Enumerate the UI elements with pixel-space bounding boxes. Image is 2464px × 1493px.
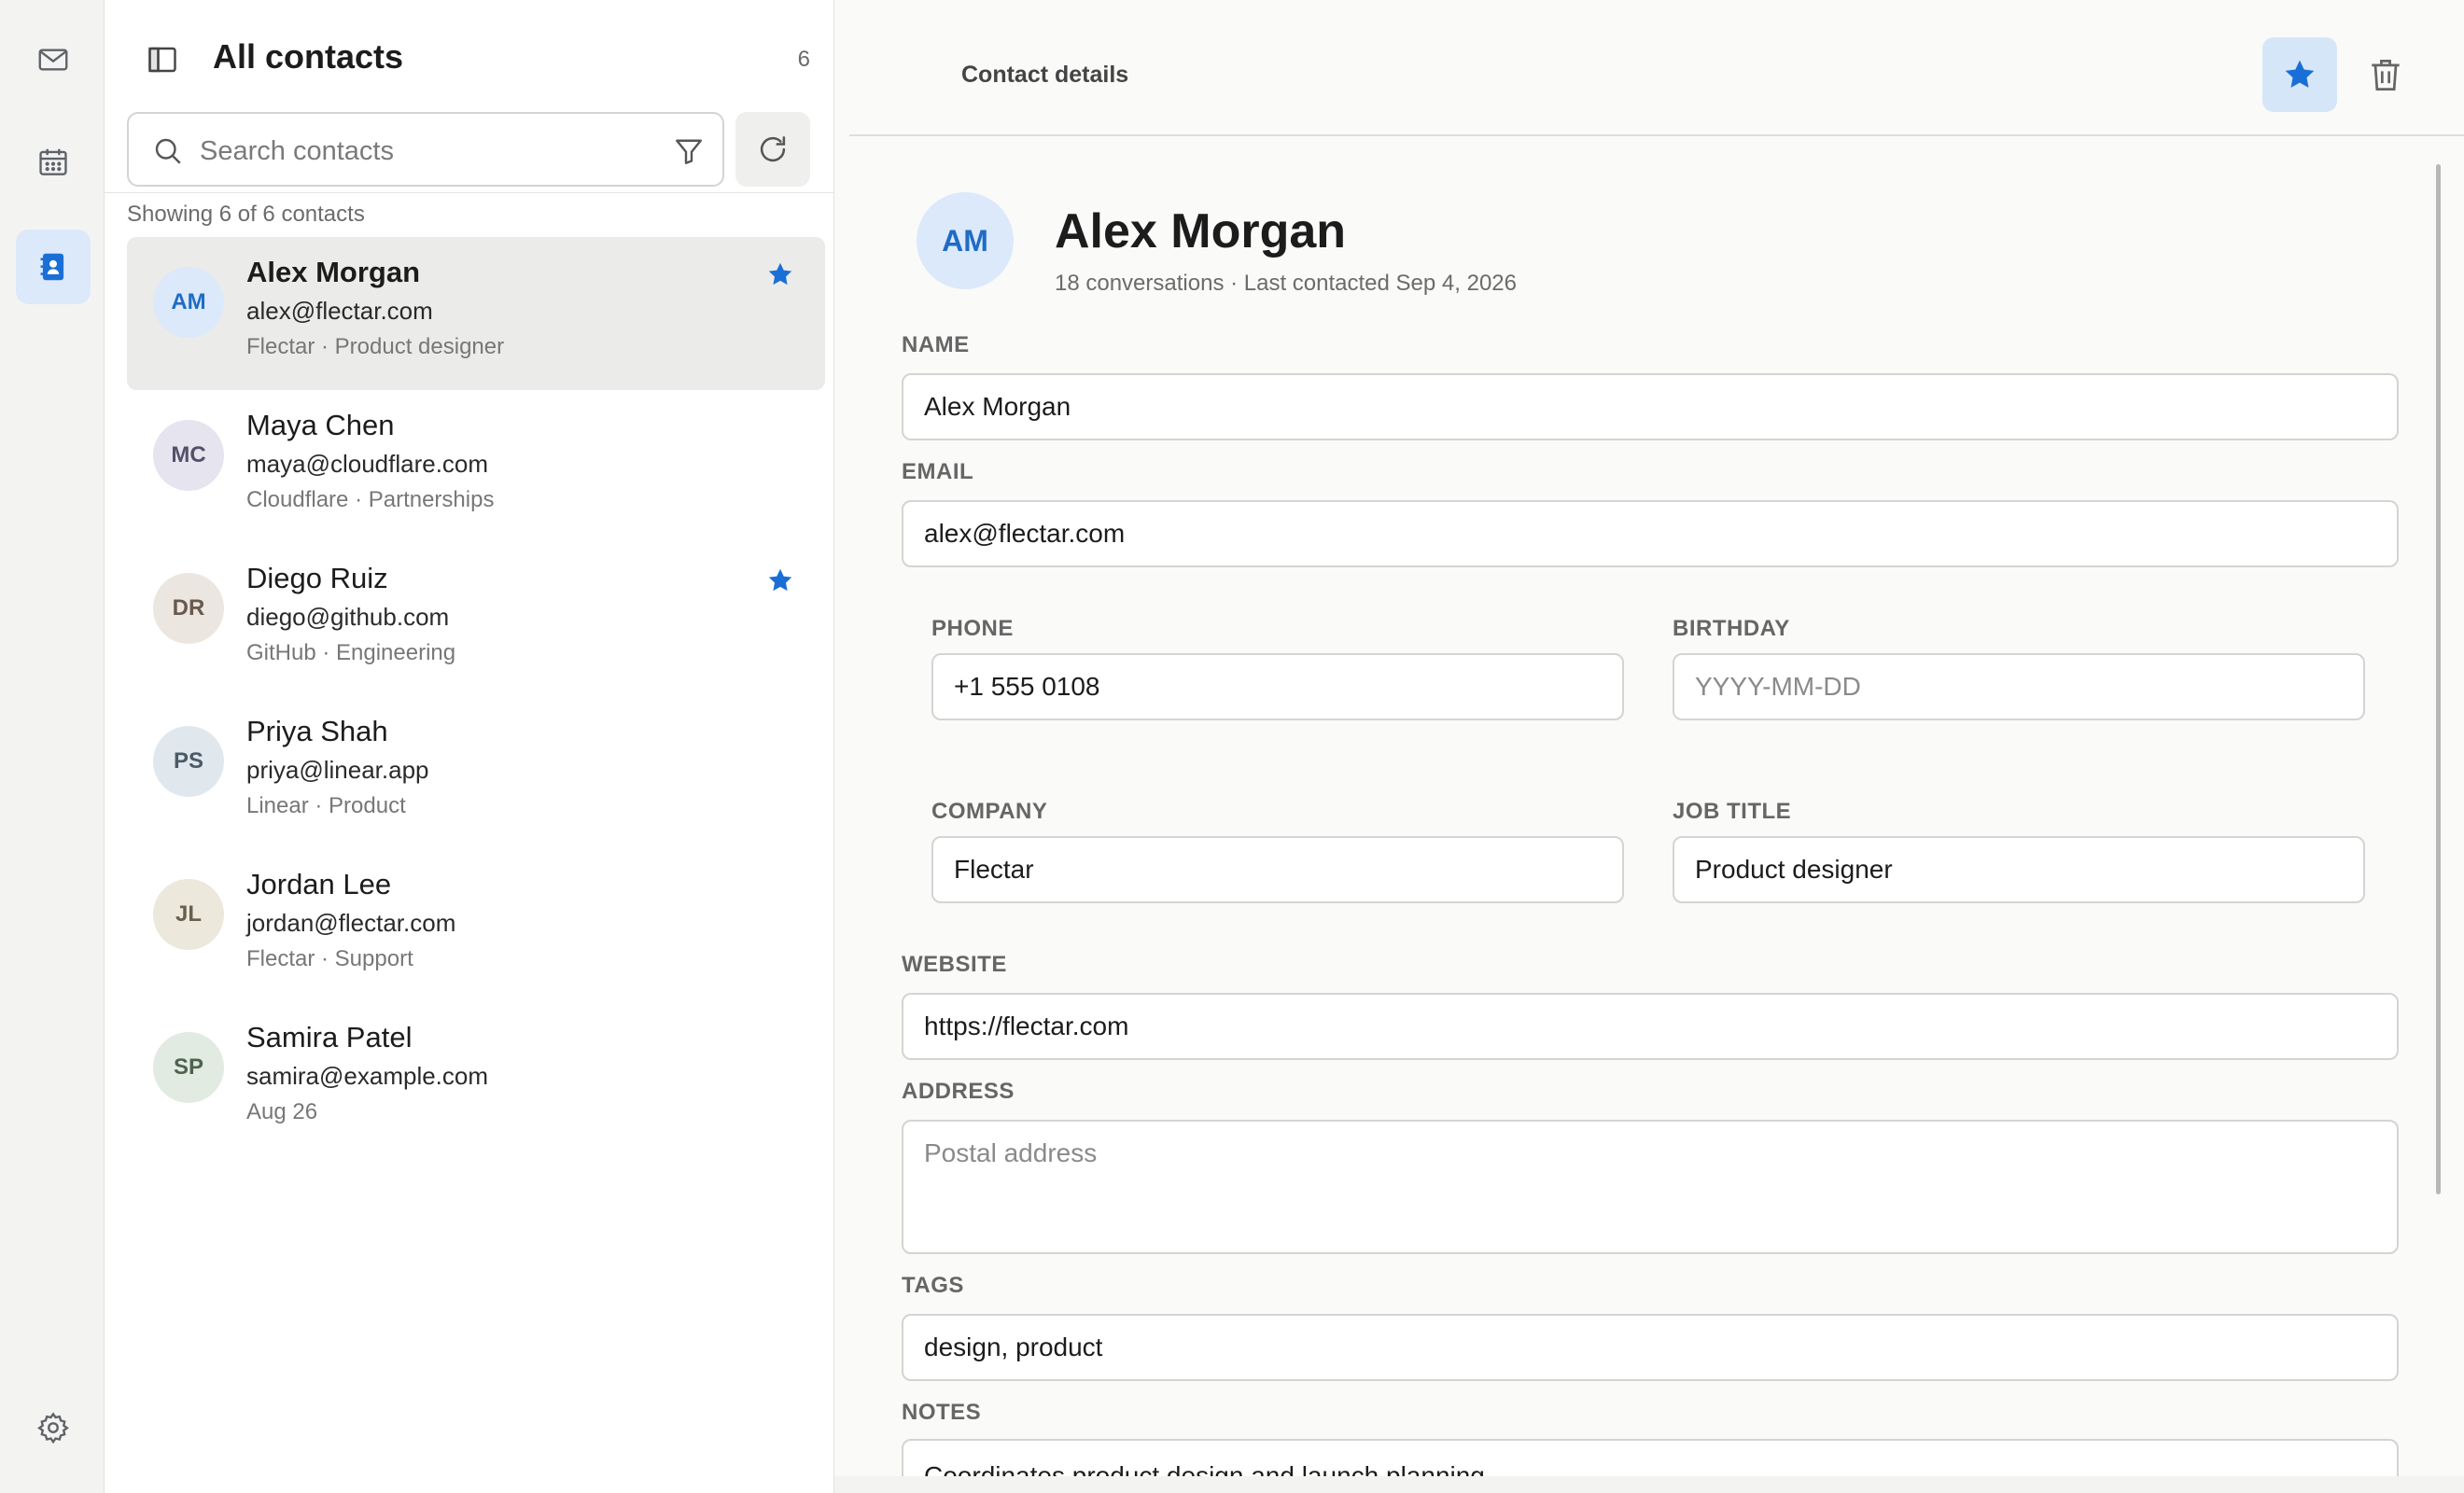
list-divider (105, 192, 834, 193)
contact-name: Maya Chen (246, 409, 395, 441)
company-label: COMPANY (931, 799, 1048, 824)
contact-list-pane: All contacts 6 Showing 6 of 6 contacts A… (105, 0, 834, 1493)
notes-field[interactable]: Coordinates product design and launch pl… (902, 1439, 2399, 1476)
sidebar-toggle-icon[interactable] (146, 43, 179, 77)
email-field[interactable] (902, 500, 2399, 567)
search-box[interactable] (127, 112, 724, 187)
avatar: MC (153, 420, 224, 491)
contact-list-item[interactable]: DR Diego Ruiz diego@github.com GitHub · Eng… (127, 543, 825, 696)
contact-email: jordan@flectar.com (246, 909, 456, 937)
filter-icon[interactable] (672, 134, 706, 168)
search-icon (155, 138, 181, 164)
contact-list-item[interactable]: JL Jordan Lee jordan@flectar.com Flectar · … (127, 849, 825, 1002)
contact-name: Alex Morgan (246, 256, 421, 288)
refresh-button[interactable] (735, 112, 810, 187)
contact-meta: Cloudflare · Partnerships (246, 487, 495, 512)
contact-email: priya@linear.app (246, 756, 429, 784)
contact-email: alex@flectar.com (246, 297, 433, 325)
bottom-edge (834, 1476, 2464, 1493)
contact-name: Diego Ruiz (246, 562, 388, 594)
avatar: PS (153, 726, 224, 797)
avatar: DR (153, 573, 224, 644)
job-title-field[interactable] (1673, 836, 2365, 903)
scrollbar[interactable] (2436, 164, 2441, 1194)
app-rail (0, 0, 105, 1493)
contact-meta: GitHub · Engineering (246, 640, 456, 665)
name-label: NAME (902, 332, 970, 357)
contact-email: maya@cloudflare.com (246, 450, 489, 478)
search-input[interactable] (200, 131, 648, 172)
contact-summary: 18 conversations · Last contacted Sep 4,… (1055, 271, 1517, 296)
contact-meta: Linear · Product (246, 793, 406, 818)
gear-icon (37, 1412, 69, 1444)
tags-label: TAGS (902, 1273, 964, 1298)
avatar: AM (917, 192, 1014, 289)
contact-list-item[interactable]: SP Samira Patel samira@example.com Aug 26 (127, 1002, 825, 1155)
trash-icon[interactable] (2365, 54, 2406, 95)
email-label: EMAIL (902, 459, 974, 484)
contact-list-item[interactable]: MC Maya Chen maya@cloudflare.com Cloudflare… (127, 390, 825, 543)
contact-name: Jordan Lee (246, 868, 392, 900)
tags-field[interactable] (902, 1314, 2399, 1381)
contacts-icon (40, 253, 64, 281)
name-field[interactable] (902, 373, 2399, 440)
contact-count: 6 (797, 47, 810, 72)
contact-meta: Flectar · Product designer (246, 334, 505, 359)
avatar: JL (153, 879, 224, 950)
contact-list-item[interactable]: AM Alex Morgan alex@flectar.com Flectar · P… (127, 237, 825, 390)
contact-detail-pane: Contact details AM Alex Morgan 18 conver… (834, 0, 2464, 1493)
list-title: All contacts (213, 37, 404, 76)
phone-field[interactable] (931, 653, 1624, 720)
contact-email: samira@example.com (246, 1062, 489, 1090)
star-icon (2285, 60, 2315, 88)
avatar: SP (153, 1032, 224, 1103)
detail-title: Contact details (961, 62, 1129, 88)
calendar-icon (39, 148, 67, 175)
favorite-button[interactable] (2262, 37, 2337, 112)
contact-name: Priya Shah (246, 715, 388, 747)
avatar: AM (153, 267, 224, 338)
contact-list-item[interactable]: PS Priya Shah priya@linear.app Linear · Pro… (127, 696, 825, 849)
mail-icon (38, 49, 68, 71)
refresh-icon (760, 136, 786, 162)
contact-meta: Aug 26 (246, 1099, 318, 1124)
birthday-label: BIRTHDAY (1673, 616, 1790, 641)
notes-clip: Coordinates product design and launch pl… (902, 1439, 2399, 1476)
address-field[interactable] (902, 1120, 2399, 1254)
website-label: WEBSITE (902, 952, 1007, 977)
birthday-field[interactable] (1673, 653, 2365, 720)
contact-meta: Flectar · Support (246, 946, 413, 971)
phone-label: PHONE (931, 616, 1014, 641)
contact-name: Samira Patel (246, 1021, 413, 1053)
mail-nav-button[interactable] (16, 22, 91, 97)
showing-count: Showing 6 of 6 contacts (127, 202, 365, 227)
contacts-nav-button[interactable] (16, 230, 91, 304)
star-icon[interactable] (765, 565, 795, 595)
job-title-label: JOB TITLE (1673, 799, 1792, 824)
contact-name-heading: Alex Morgan (1055, 204, 1347, 258)
list-header: All contacts 6 (105, 0, 834, 112)
settings-button[interactable] (16, 1390, 91, 1465)
address-label: ADDRESS (902, 1079, 1015, 1104)
notes-label: NOTES (902, 1400, 982, 1425)
company-field[interactable] (931, 836, 1624, 903)
website-field[interactable] (902, 993, 2399, 1060)
calendar-nav-button[interactable] (16, 125, 91, 200)
star-icon[interactable] (765, 259, 795, 289)
detail-divider (849, 134, 2464, 136)
contact-email: diego@github.com (246, 603, 450, 631)
